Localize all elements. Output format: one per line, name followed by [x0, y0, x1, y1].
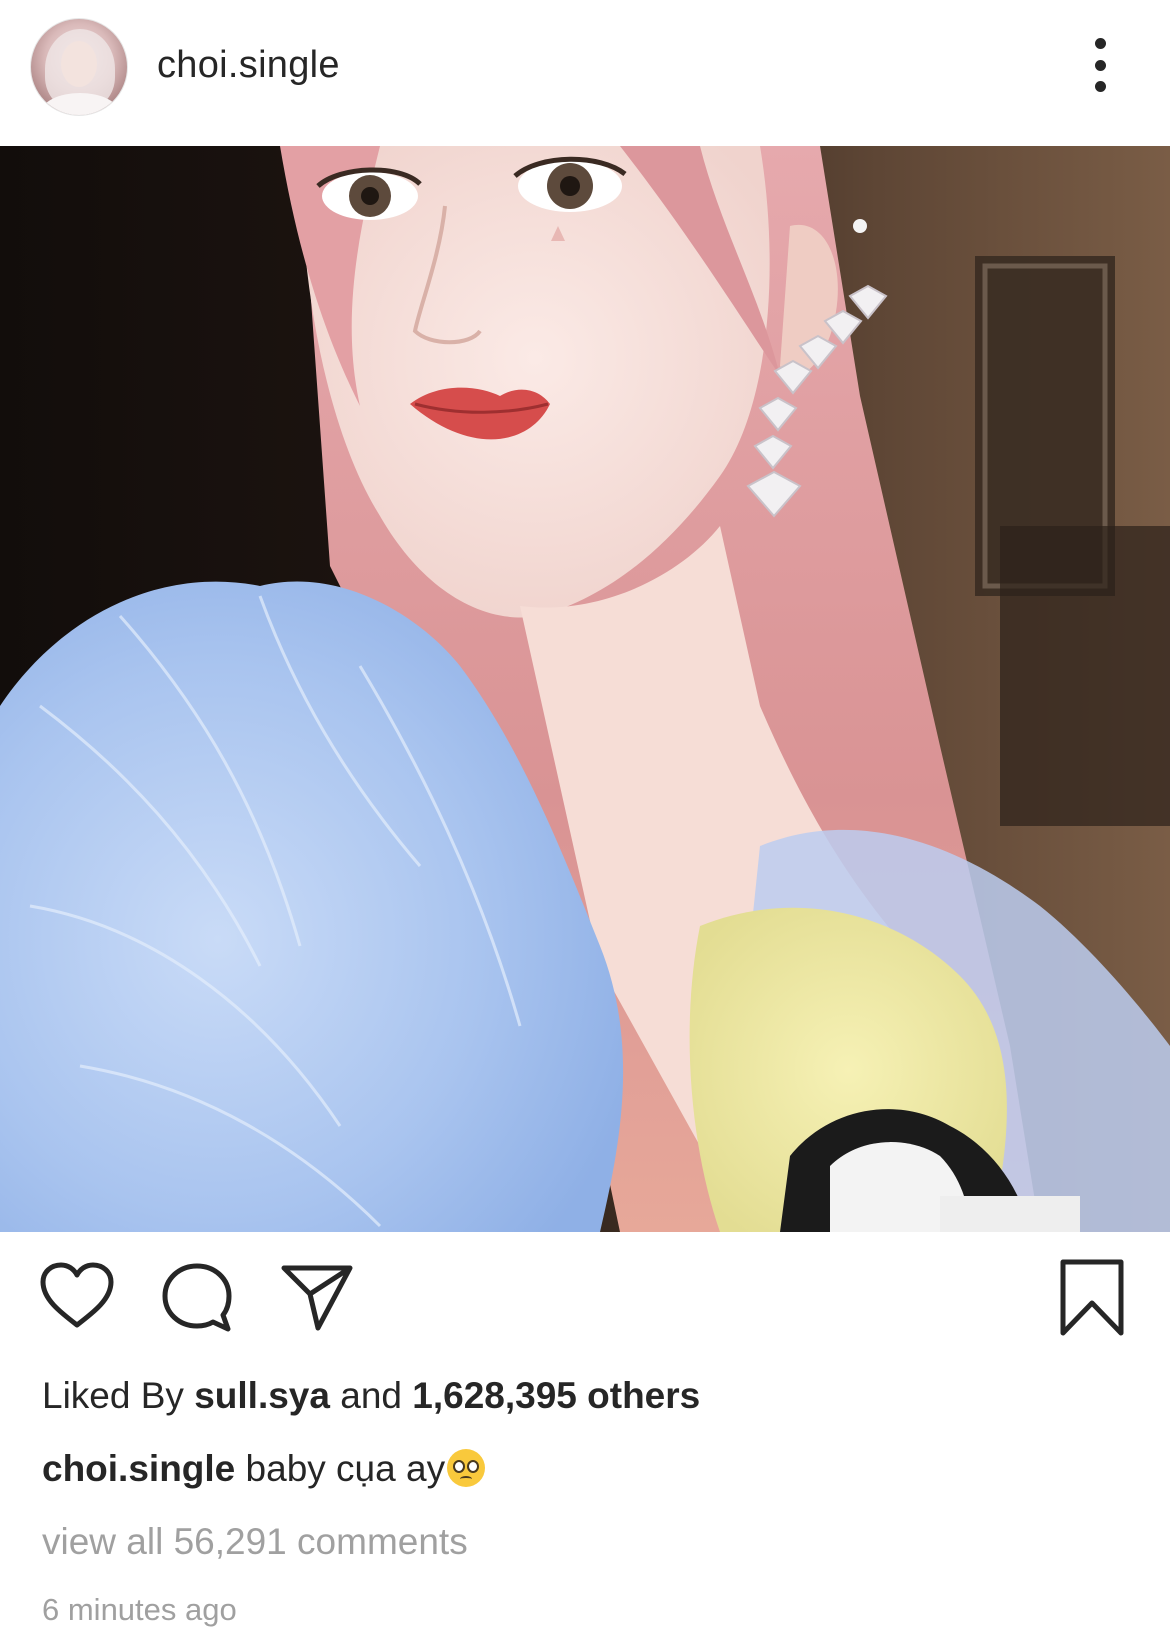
likes-middle: and — [340, 1375, 402, 1416]
avatar-face — [61, 41, 97, 87]
more-vertical-icon[interactable] — [1082, 38, 1118, 92]
post-header: choi.single — [0, 0, 1170, 146]
bookmark-icon[interactable] — [1058, 1258, 1126, 1343]
post-caption: choi.single baby cụa ay — [42, 1448, 486, 1490]
post-photo[interactable] — [0, 146, 1170, 1232]
likes-line: Liked By sull.sya and 1,628,395 others — [42, 1375, 700, 1417]
view-comments-link[interactable]: view all 56,291 comments — [42, 1521, 468, 1563]
pleading-face-emoji — [447, 1449, 486, 1487]
post-username[interactable]: choi.single — [157, 44, 340, 87]
liked-by-user[interactable]: sull.sya — [194, 1375, 330, 1416]
post-action-bar — [0, 1232, 1170, 1362]
post-timestamp: 6 minutes ago — [42, 1592, 237, 1627]
heart-icon[interactable] — [40, 1262, 114, 1335]
caption-text: baby cụa ay — [245, 1448, 446, 1489]
post-photo-illustration — [0, 146, 1170, 1232]
likes-prefix: Liked By — [42, 1375, 184, 1416]
avatar[interactable] — [30, 18, 128, 116]
caption-username[interactable]: choi.single — [42, 1448, 235, 1489]
likes-count[interactable]: 1,628,395 others — [412, 1375, 700, 1416]
comment-icon[interactable] — [160, 1262, 234, 1339]
send-icon[interactable] — [280, 1262, 354, 1339]
